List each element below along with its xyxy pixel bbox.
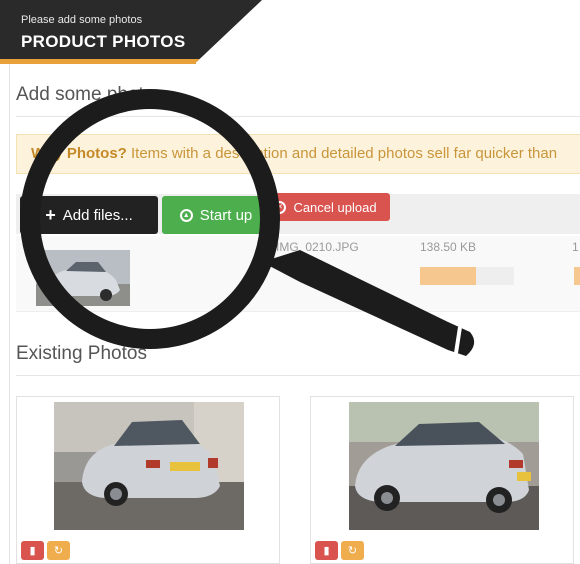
rotate-photo-button[interactable]: ↻ (341, 541, 364, 560)
notice-banner: Why Photos? Items with a description and… (16, 134, 580, 174)
divider (16, 116, 580, 117)
section-header: Please add some photos PRODUCT PHOTOS (0, 0, 262, 62)
trash-icon: ▮ (323, 545, 330, 557)
notice-text: Items with a description and detailed ph… (126, 145, 558, 162)
plus-icon: + (45, 204, 56, 225)
add-photos-title: Add some photos (16, 84, 164, 105)
trash-icon: ▮ (29, 545, 36, 557)
add-files-button[interactable]: + Add files... (20, 196, 158, 234)
delete-photo-button[interactable]: ▮ (315, 541, 338, 560)
existing-photo (349, 402, 539, 530)
notice-strong: Why Photos? (31, 145, 127, 162)
refresh-icon: ↻ (53, 545, 64, 557)
existing-photo (54, 402, 244, 530)
upload-file-name: IMG_0210.JPG (276, 240, 359, 254)
refresh-icon: ↻ (347, 545, 358, 557)
cancel-upload-button[interactable]: ✕ Cancel upload (260, 193, 390, 221)
start-upload-button[interactable]: ▲ Start up (162, 196, 270, 234)
upload-circle-icon: ▲ (179, 208, 193, 222)
cancel-circle-icon: ✕ (273, 200, 287, 214)
delete-photo-button[interactable]: ▮ (21, 541, 44, 560)
header-subtitle: Please add some photos (21, 14, 143, 26)
photo-card: ▮ ↻ (310, 396, 574, 564)
divider (16, 375, 580, 376)
left-border (9, 60, 10, 564)
upload-thumbnail (36, 250, 130, 306)
header-title: PRODUCT PHOTOS (21, 32, 186, 51)
existing-photos-title: Existing Photos (16, 343, 147, 364)
photo-card: ▮ ↻ (16, 396, 280, 564)
upload-progress-bar (420, 267, 514, 285)
header-accent-strip (0, 60, 196, 64)
upload-progress-fill (420, 267, 477, 285)
add-files-label: Add files... (62, 206, 133, 224)
upload-truncated-value: 1 (572, 240, 579, 254)
progress-stub (574, 267, 580, 285)
cancel-upload-label: Cancel upload (293, 199, 377, 215)
upload-file-size: 138.50 KB (420, 240, 477, 254)
start-upload-label: Start up (199, 206, 253, 224)
rotate-photo-button[interactable]: ↻ (47, 541, 70, 560)
